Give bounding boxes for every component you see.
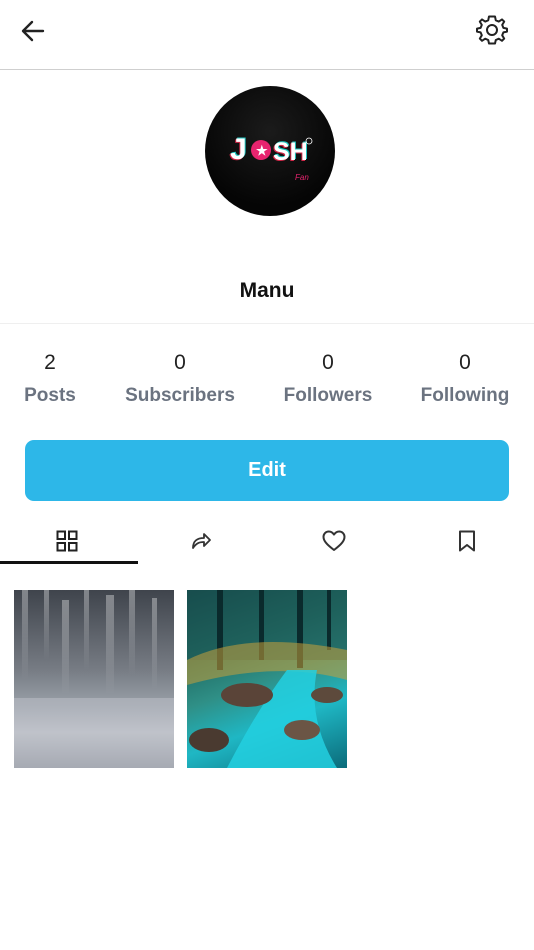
- tab-shared[interactable]: [134, 520, 268, 566]
- bookmark-icon: [456, 529, 478, 558]
- svg-text:J: J: [230, 133, 247, 166]
- tab-liked[interactable]: [267, 520, 401, 566]
- stat-followers-label: Followers: [283, 385, 373, 406]
- arrow-left-icon: [19, 17, 47, 50]
- stat-following[interactable]: 0 Following: [395, 350, 534, 408]
- profile-tabs: [0, 520, 534, 566]
- svg-text:Fan: Fan: [295, 173, 309, 182]
- svg-text:SH: SH: [273, 138, 308, 166]
- stat-posts-label: Posts: [24, 385, 76, 406]
- stat-posts[interactable]: 2 Posts: [0, 350, 120, 408]
- top-bar: [0, 0, 534, 70]
- stat-following-value: 0: [459, 351, 471, 374]
- stat-followers[interactable]: 0 Followers: [258, 350, 398, 408]
- svg-text:★: ★: [256, 143, 268, 158]
- username: Manu: [239, 279, 295, 302]
- stat-subscribers[interactable]: 0 Subscribers: [110, 350, 250, 408]
- stat-posts-value: 2: [44, 351, 56, 374]
- post-thumbnail-2[interactable]: [187, 590, 347, 768]
- stat-subscribers-label: Subscribers: [125, 385, 235, 406]
- blurred-photo: [14, 590, 174, 768]
- active-tab-indicator: [0, 561, 138, 564]
- back-button[interactable]: [16, 16, 50, 50]
- share-icon: [189, 529, 213, 558]
- gear-icon: [475, 13, 509, 52]
- stat-following-label: Following: [420, 385, 510, 406]
- forest-stream-photo: [187, 590, 347, 768]
- josh-logo: J J J ★ SH SH SH Fan: [229, 132, 313, 182]
- avatar[interactable]: J J J ★ SH SH SH Fan: [205, 86, 335, 216]
- stat-followers-value: 0: [322, 351, 334, 374]
- tab-saved[interactable]: [400, 520, 534, 566]
- edit-profile-button[interactable]: Edit: [25, 440, 509, 501]
- heart-icon: [321, 528, 347, 559]
- stat-subscribers-value: 0: [174, 351, 186, 374]
- divider: [0, 323, 534, 324]
- grid-icon: [55, 529, 79, 558]
- settings-button[interactable]: [474, 14, 510, 50]
- post-thumbnail-1[interactable]: [14, 590, 174, 768]
- tab-posts-grid[interactable]: [0, 520, 134, 566]
